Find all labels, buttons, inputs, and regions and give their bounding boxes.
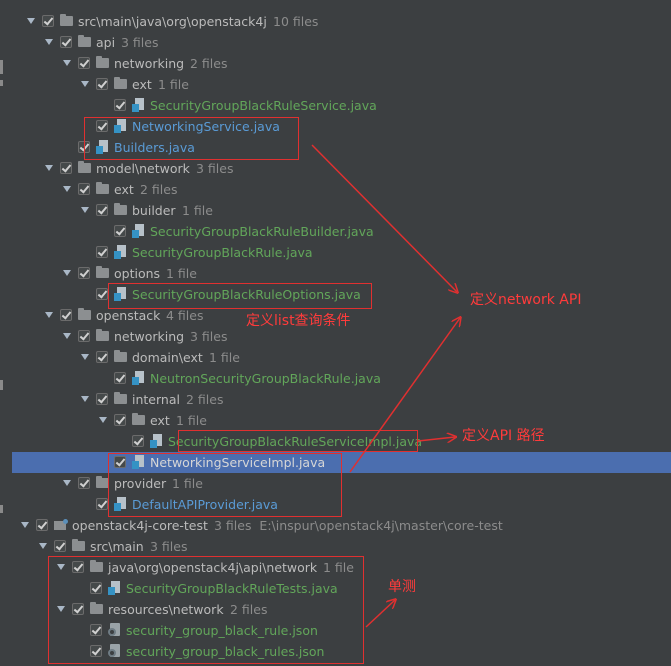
annotation-arrows xyxy=(311,144,671,628)
project-tree-panel: src\main\java\org\openstack4j 10 files api… xyxy=(0,0,671,666)
note-list-query: 定义list查询条件 xyxy=(246,313,351,329)
note-unit-test: 单测 xyxy=(388,579,416,595)
note-api-path: 定义API 路径 xyxy=(462,428,545,444)
note-network-api: 定义network API xyxy=(470,292,582,308)
